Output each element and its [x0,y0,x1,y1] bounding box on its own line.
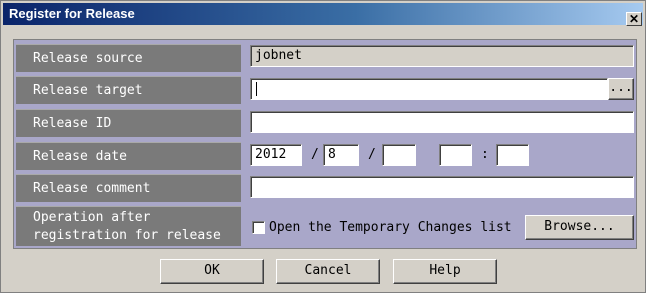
operation-after-label: Operation after registration for release [16,206,241,246]
text-caret [256,82,257,96]
release-date-label: Release date [16,142,241,170]
close-icon: ✕ [628,12,640,26]
release-id-input[interactable] [250,111,634,133]
release-source-label-text: Release source [33,51,143,66]
register-for-release-dialog: Register for Release ✕ Release source jo… [0,0,646,293]
release-target-input[interactable] [250,78,608,100]
release-day-input[interactable] [382,144,416,166]
release-year-input[interactable]: 2012 [250,144,302,166]
release-hour-input[interactable] [439,144,472,166]
time-separator: : [481,147,489,162]
window-title: Register for Release [9,6,135,21]
operation-after-label-line2: registration for release [33,228,221,243]
release-month-input[interactable]: 8 [323,144,359,166]
release-date-label-text: Release date [33,149,127,164]
ok-button[interactable]: OK [160,259,264,284]
title-bar: Register for Release [3,3,643,25]
help-button[interactable]: Help [393,259,497,284]
release-comment-label-text: Release comment [33,181,151,196]
browse-button[interactable]: Browse... [525,215,634,240]
release-comment-label: Release comment [16,174,241,202]
release-source-label: Release source [16,44,241,72]
release-target-label: Release target [16,76,241,104]
date-separator: / [311,147,319,162]
release-target-browse-button[interactable]: ... [608,78,634,100]
close-button[interactable]: ✕ [626,12,642,26]
open-temporary-changes-checkbox[interactable] [252,221,265,234]
date-separator: / [368,147,376,162]
release-source-field: jobnet [250,45,634,67]
release-comment-input[interactable] [250,176,634,198]
release-target-label-text: Release target [33,83,143,98]
release-id-label: Release ID [16,109,241,137]
cancel-button[interactable]: Cancel [276,259,380,284]
operation-after-label-line1: Operation after [33,210,151,225]
release-minute-input[interactable] [496,144,529,166]
release-id-label-text: Release ID [33,116,112,131]
open-temporary-changes-label[interactable]: Open the Temporary Changes list [269,220,512,236]
